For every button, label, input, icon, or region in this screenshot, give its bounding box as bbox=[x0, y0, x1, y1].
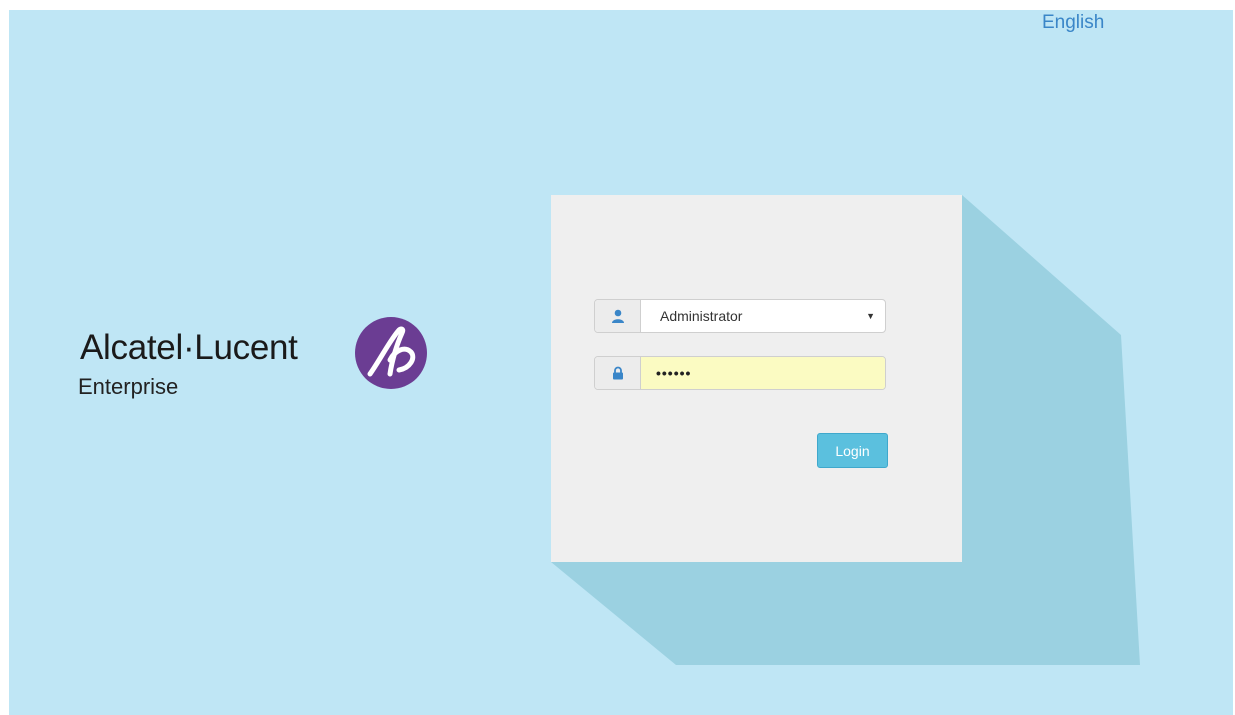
language-link[interactable]: English bbox=[1042, 12, 1104, 34]
password-field: •••••• bbox=[594, 356, 886, 390]
brand-subtitle: Enterprise bbox=[78, 374, 179, 399]
lock-icon bbox=[595, 357, 641, 389]
role-select-value: Administrator bbox=[660, 308, 743, 324]
chevron-down-icon: ▼ bbox=[866, 311, 875, 321]
user-icon bbox=[595, 300, 641, 332]
brand-logo: Alcatel·Lucent Enterprise bbox=[78, 316, 438, 406]
brand-name: Alcatel·Lucent bbox=[80, 328, 298, 367]
login-button[interactable]: Login bbox=[817, 433, 888, 468]
role-select[interactable]: Administrator ▼ bbox=[641, 300, 885, 332]
password-input[interactable]: •••••• bbox=[641, 357, 885, 389]
role-field: Administrator ▼ bbox=[594, 299, 886, 333]
alcatel-lucent-logo-icon bbox=[355, 317, 427, 389]
login-page: English Alcatel·Lucent Enterprise Admini… bbox=[9, 10, 1233, 715]
login-panel: Administrator ▼ •••••• Login bbox=[551, 195, 962, 562]
